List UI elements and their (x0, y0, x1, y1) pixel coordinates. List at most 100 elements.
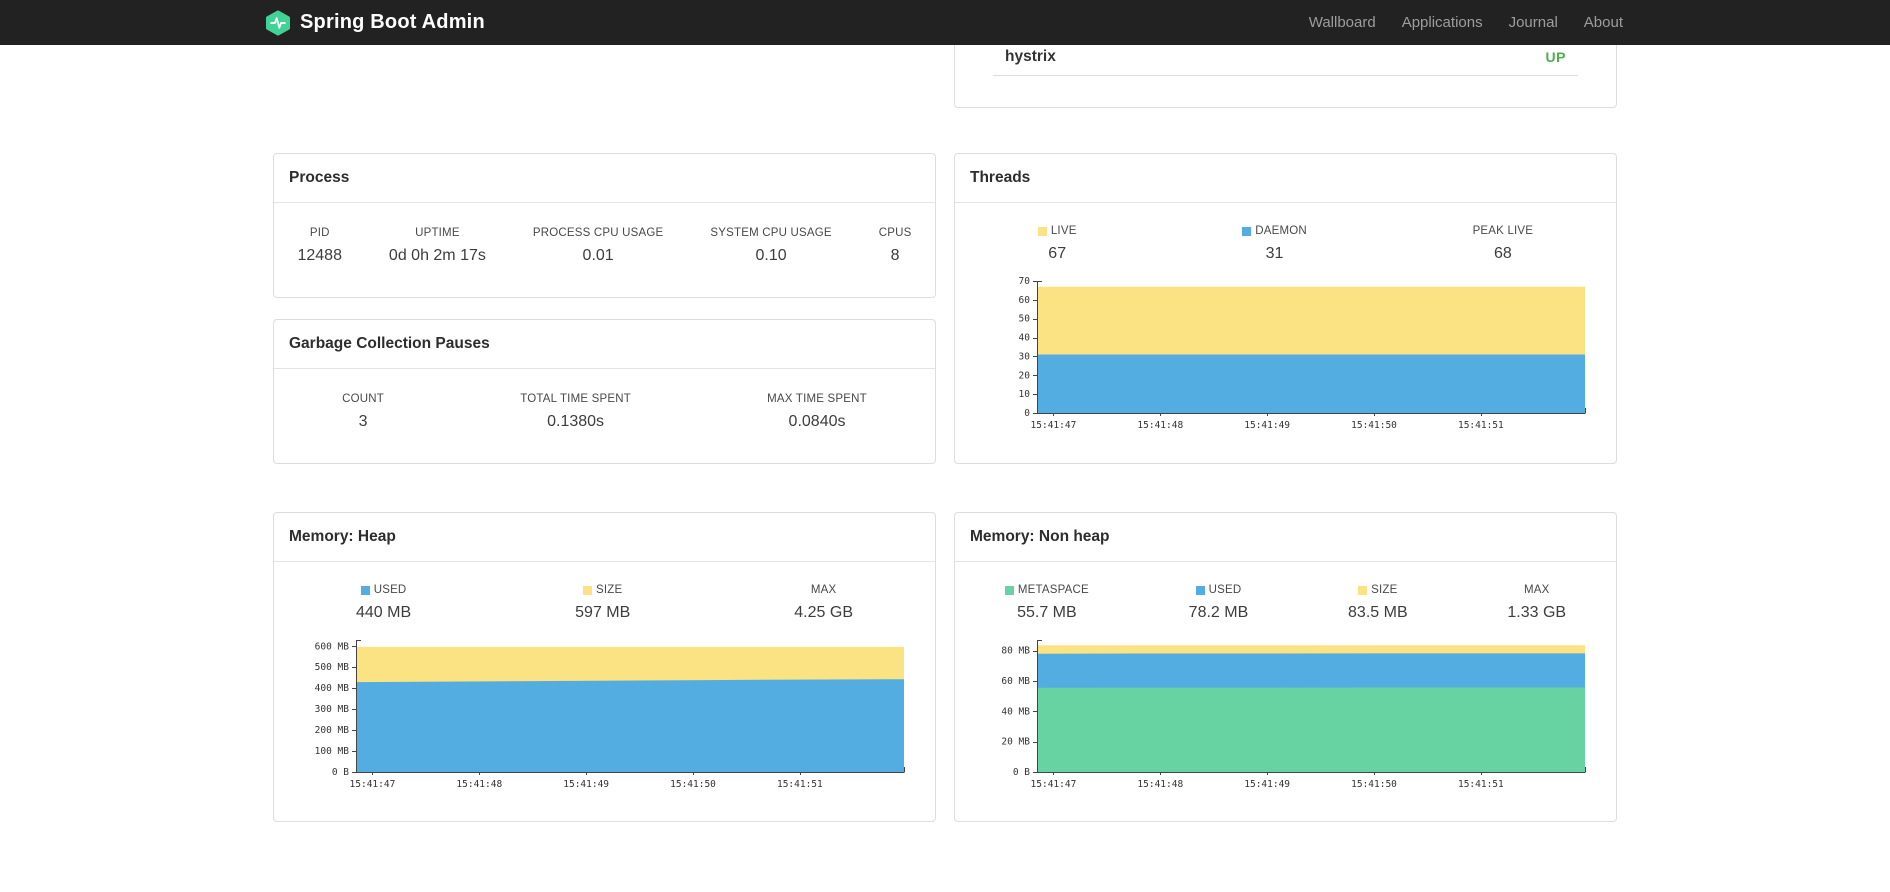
svg-text:15:41:50: 15:41:50 (1351, 779, 1397, 790)
svg-text:20 MB: 20 MB (1001, 737, 1030, 748)
legend-value: 4.25 GB (794, 604, 853, 621)
svg-text:500 MB: 500 MB (314, 662, 349, 673)
memory-nonheap-chart: 0 B 20 MB 40 MB 60 MB 80 MB 15:41:47 15:41:48 1… (981, 634, 1591, 792)
stat-label: MAX TIME SPENT (767, 393, 867, 405)
heap-legend: USED 440 MB SIZE 597 MB MAX 4.25 GB (274, 584, 935, 622)
stat-cpus: CPUS 8 (879, 227, 912, 265)
stat-value: 8 (890, 247, 900, 264)
stat-value: 0.0840s (788, 413, 846, 430)
svg-text:400 MB: 400 MB (314, 683, 349, 694)
svg-text:20: 20 (1018, 370, 1030, 381)
stat-gc-total-time: TOTAL TIME SPENT 0.1380s (520, 393, 631, 431)
legend-label: SIZE (596, 584, 623, 596)
svg-text:0 B: 0 B (1012, 767, 1029, 778)
used-swatch (1195, 585, 1205, 595)
legend-label: MAX (810, 584, 837, 596)
stat-pid: PID 12488 (297, 227, 342, 265)
legend-value: 55.7 MB (1017, 604, 1077, 621)
legend-value: 597 MB (575, 604, 631, 621)
svg-text:70: 70 (1018, 276, 1030, 287)
svg-text:15:41:50: 15:41:50 (1351, 420, 1397, 431)
memory-nonheap-panel-title: Memory: Non heap (955, 513, 1616, 562)
svg-text:15:41:48: 15:41:48 (1137, 779, 1183, 790)
legend-label: DAEMON (1255, 225, 1307, 237)
stat-value: 3 (358, 413, 368, 430)
stat-value: 12488 (297, 247, 342, 264)
right-column: hystrix UP Threads LIVE 67 DAEMON 31 PEA… (954, 15, 1617, 822)
stat-value: 0.01 (582, 247, 614, 264)
stat-uptime: UPTIME 0d 0h 2m 17s (389, 227, 486, 265)
brand[interactable]: Spring Boot Admin (265, 10, 485, 36)
left-column: Process PID 12488 UPTIME 0d 0h 2m 17s PR… (273, 45, 936, 822)
stat-label: PROCESS CPU USAGE (532, 227, 664, 239)
svg-text:15:41:49: 15:41:49 (1244, 420, 1290, 431)
memory-heap-chart: 0 B 100 MB 200 MB 300 MB 400 MB 500 MB 600 MB 1… (300, 634, 910, 792)
svg-text:15:41:47: 15:41:47 (1030, 779, 1076, 790)
legend-label: USED (1208, 584, 1242, 596)
svg-text:15:41:47: 15:41:47 (349, 779, 395, 790)
stat-system-cpu: SYSTEM CPU USAGE 0.10 (710, 227, 831, 265)
stat-label: PID (309, 227, 330, 239)
legend-label: MAX (1523, 584, 1550, 596)
svg-text:40: 40 (1018, 333, 1030, 344)
svg-text:15:41:51: 15:41:51 (1457, 420, 1503, 431)
svg-text:60: 60 (1018, 295, 1030, 306)
stat-value: 0.10 (755, 247, 787, 264)
svg-text:15:41:50: 15:41:50 (670, 779, 716, 790)
size-swatch (1358, 585, 1368, 595)
used-swatch (360, 585, 370, 595)
memory-nonheap-panel: Memory: Non heap METASPACE 55.7 MB USED … (954, 512, 1617, 822)
stat-gc-max-time: MAX TIME SPENT 0.0840s (767, 393, 867, 431)
gc-panel: Garbage Collection Pauses COUNT 3 TOTAL … (273, 319, 936, 464)
stat-gc-count: COUNT 3 (342, 393, 384, 431)
svg-text:10: 10 (1018, 389, 1030, 400)
stat-value: 0d 0h 2m 17s (388, 247, 486, 264)
main-content: Process PID 12488 UPTIME 0d 0h 2m 17s PR… (273, 15, 1617, 822)
nav-item-wallboard[interactable]: Wallboard (1296, 14, 1389, 31)
legend-value: 440 MB (356, 604, 412, 621)
memory-heap-panel: Memory: Heap USED 440 MB SIZE 597 MB MAX… (273, 512, 936, 822)
svg-text:300 MB: 300 MB (314, 704, 349, 715)
svg-text:0 B: 0 B (331, 767, 348, 778)
brand-title: Spring Boot Admin (300, 11, 485, 33)
nav-item-applications[interactable]: Applications (1389, 14, 1496, 31)
stat-label: CPUS (878, 227, 912, 239)
stat-label: SYSTEM CPU USAGE (710, 227, 832, 239)
nonheap-legend: METASPACE 55.7 MB USED 78.2 MB SIZE 83.5… (955, 584, 1616, 622)
nav-item-journal[interactable]: Journal (1496, 14, 1571, 31)
nav-item-about[interactable]: About (1571, 14, 1625, 31)
memory-heap-panel-title: Memory: Heap (274, 513, 935, 562)
stat-label: TOTAL TIME SPENT (520, 393, 631, 405)
legend-heap-used: USED 440 MB (356, 584, 411, 622)
stat-label: UPTIME (415, 227, 460, 239)
gc-stats: COUNT 3 TOTAL TIME SPENT 0.1380s MAX TIM… (274, 393, 935, 431)
legend-metaspace: METASPACE 55.7 MB (1004, 584, 1089, 622)
svg-text:15:41:51: 15:41:51 (776, 779, 822, 790)
nav-links: Wallboard Applications Journal About (1296, 14, 1625, 31)
legend-label: SIZE (1371, 584, 1398, 596)
size-swatch (583, 585, 593, 595)
legend-value: 67 (1048, 245, 1067, 262)
svg-text:0: 0 (1024, 408, 1030, 419)
threads-panel-title: Threads (955, 154, 1616, 203)
svg-text:200 MB: 200 MB (314, 725, 349, 736)
svg-text:80 MB: 80 MB (1001, 646, 1030, 657)
svg-text:15:41:48: 15:41:48 (1137, 420, 1183, 431)
svg-text:15:41:49: 15:41:49 (1244, 779, 1290, 790)
svg-text:15:41:51: 15:41:51 (1457, 779, 1503, 790)
legend-value: 78.2 MB (1188, 604, 1249, 621)
navbar: Spring Boot Admin Wallboard Applications… (0, 0, 1890, 45)
application-name-link[interactable]: hystrix (1005, 48, 1056, 66)
svg-text:60 MB: 60 MB (1001, 676, 1030, 687)
legend-label: METASPACE (1017, 584, 1089, 596)
legend-value: 83.5 MB (1348, 604, 1408, 621)
legend-nonheap-used: USED 78.2 MB (1189, 584, 1249, 622)
svg-text:15:41:49: 15:41:49 (563, 779, 609, 790)
stat-process-cpu: PROCESS CPU USAGE 0.01 (533, 227, 664, 265)
svg-text:50: 50 (1018, 314, 1030, 325)
daemon-swatch (1242, 226, 1252, 236)
metaspace-swatch (1004, 585, 1014, 595)
legend-value: 1.33 GB (1507, 604, 1567, 621)
threads-panel: Threads LIVE 67 DAEMON 31 PEAK LIVE 68 0… (954, 153, 1617, 464)
legend-heap-max: MAX 4.25 GB (794, 584, 853, 622)
